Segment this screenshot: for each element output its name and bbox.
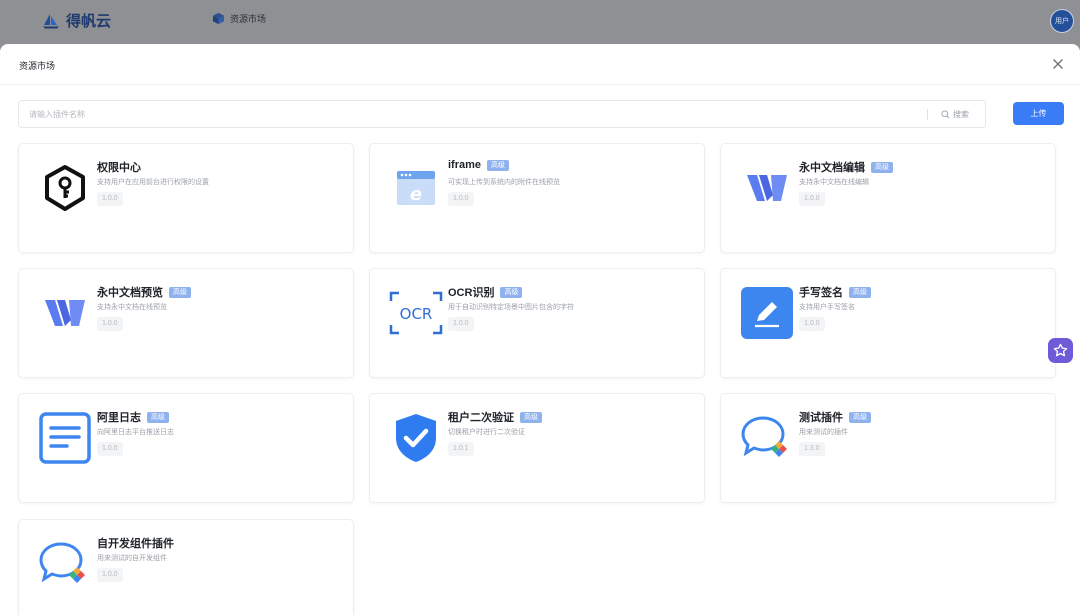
- search-icon: [941, 109, 950, 118]
- card-name: 永中文档编辑: [799, 162, 865, 174]
- card-description: 用来测试的自开发组件: [97, 555, 167, 562]
- card-version: 1.3.0: [799, 442, 825, 456]
- search-separator: [927, 109, 928, 120]
- card-version: 1.0.0: [799, 317, 825, 331]
- advanced-tag: 高级: [871, 161, 893, 173]
- assistant-float-button[interactable]: [1048, 338, 1073, 363]
- card-name: 自开发组件插件: [97, 538, 174, 550]
- advanced-tag: 高级: [487, 159, 510, 171]
- chat-bubble-icon: [739, 412, 795, 464]
- card-description: 向阿里日志平台推送日志: [97, 429, 174, 436]
- card-name-row: 永中文档编辑 高级: [799, 159, 893, 175]
- card-version: 1.0.1: [448, 442, 474, 456]
- plugin-card[interactable]: 租户二次验证 高级 切换租户时进行二次验证 1.0.1: [369, 393, 705, 503]
- card-description: 用来测试的插件: [799, 429, 848, 436]
- card-version: 1.0.0: [448, 192, 474, 206]
- advanced-tag: 高级: [500, 286, 523, 298]
- user-avatar[interactable]: 用户: [1050, 9, 1074, 33]
- plugin-card[interactable]: 永中文档预览 高级 支持永中文档在线预览 1.0.0: [18, 268, 354, 378]
- card-description: 可实现上传到系统内的附件在线预览: [448, 179, 560, 186]
- card-name: 手写签名: [799, 287, 843, 299]
- yozo-w-icon: [37, 287, 93, 339]
- log-doc-icon: [37, 412, 93, 464]
- card-description: 支持用户在应用前台进行权限的设置: [97, 179, 209, 186]
- card-name: 永中文档预览: [97, 287, 163, 299]
- card-name: 测试插件: [799, 412, 843, 424]
- card-name-row: 永中文档预览 高级: [97, 284, 191, 300]
- card-description: 用于自动识别特定场景中图片包含的字符: [448, 304, 574, 311]
- card-version: 1.0.0: [97, 568, 123, 582]
- cube-icon: [212, 12, 225, 25]
- resource-market-modal: 资源市场 搜索 上传 权限中心 支持用户在应用前台进行权限的设置 1.0.: [0, 44, 1080, 615]
- app-header: 得帆云 资源市场 用户: [0, 0, 1080, 44]
- card-version: 1.0.0: [97, 192, 123, 206]
- advanced-tag: 高级: [520, 411, 542, 423]
- advanced-tag: 高级: [849, 286, 871, 298]
- card-name-row: 手写签名 高级: [799, 284, 871, 300]
- card-name-row: 测试插件 高级: [799, 409, 871, 425]
- card-version: 1.0.0: [97, 317, 123, 331]
- plugin-card[interactable]: OCR OCR识别 高级 用于自动识别特定场景中图片包含的字符 1.0.0: [369, 268, 705, 378]
- search-box: 搜索: [18, 100, 986, 128]
- shield-check-icon: [388, 412, 444, 464]
- plugin-card[interactable]: 测试插件 高级 用来测试的插件 1.3.0: [720, 393, 1056, 503]
- browser-e-icon: e: [388, 162, 444, 214]
- plugin-card[interactable]: 自开发组件插件 用来测试的自开发组件 1.0.0: [18, 519, 354, 615]
- card-name: 权限中心: [97, 162, 141, 174]
- ocr-icon: OCR: [388, 287, 444, 339]
- app-brand-name: 得帆云: [66, 13, 112, 30]
- advanced-tag: 高级: [147, 411, 169, 423]
- close-icon[interactable]: [1050, 56, 1066, 72]
- nav-item-resource-market[interactable]: 资源市场: [212, 12, 266, 25]
- card-version: 1.0.0: [799, 192, 825, 206]
- plugin-card[interactable]: e iframe 高级 可实现上传到系统内的附件在线预览 1.0.0: [369, 143, 705, 253]
- plugin-card[interactable]: 手写签名 高级 支持用户手写签名 1.0.0: [720, 268, 1056, 378]
- card-description: 支持永中文档在线编辑: [799, 179, 869, 186]
- card-description: 支持永中文档在线预览: [97, 304, 167, 311]
- card-name: iframe: [448, 159, 482, 171]
- card-name: 阿里日志: [97, 412, 141, 424]
- plugin-card[interactable]: 永中文档编辑 高级 支持永中文档在线编辑 1.0.0: [720, 143, 1056, 253]
- card-description: 切换租户时进行二次验证: [448, 429, 525, 436]
- modal-title: 资源市场: [19, 61, 56, 71]
- chat-bubble-icon: [37, 538, 93, 590]
- nav-item-label: 资源市场: [230, 14, 267, 24]
- advanced-tag: 高级: [849, 411, 871, 423]
- app-logo[interactable]: 得帆云: [42, 10, 111, 31]
- advanced-tag: 高级: [169, 286, 191, 298]
- star-badge-icon: [1053, 343, 1068, 357]
- card-version: 1.0.0: [448, 317, 474, 331]
- svg-text:e: e: [410, 184, 422, 205]
- sail-logo-icon: [43, 13, 59, 28]
- svg-text:OCR: OCR: [400, 305, 433, 323]
- modal-divider: [0, 84, 1080, 85]
- card-name-row: 阿里日志 高级: [97, 409, 169, 425]
- search-button[interactable]: 搜索: [937, 106, 973, 122]
- plugin-card[interactable]: 权限中心 支持用户在应用前台进行权限的设置 1.0.0: [18, 143, 354, 253]
- card-name-row: 租户二次验证 高级: [448, 409, 542, 425]
- card-version: 1.0.0: [97, 442, 123, 456]
- card-name-row: 权限中心: [97, 159, 141, 175]
- card-name-row: OCR识别 高级: [448, 284, 523, 300]
- shield-key-icon: [37, 162, 93, 214]
- search-button-label: 搜索: [953, 109, 969, 119]
- card-name-row: iframe 高级: [448, 159, 510, 171]
- yozo-w-icon: [739, 162, 795, 214]
- pen-sign-icon: [739, 287, 795, 339]
- search-input[interactable]: [29, 107, 909, 121]
- card-description: 支持用户手写签名: [799, 304, 855, 311]
- card-name: OCR识别: [448, 287, 495, 299]
- card-name: 租户二次验证: [448, 412, 514, 424]
- upload-button[interactable]: 上传: [1013, 102, 1064, 125]
- card-name-row: 自开发组件插件: [97, 535, 174, 551]
- plugin-card[interactable]: 阿里日志 高级 向阿里日志平台推送日志 1.0.0: [18, 393, 354, 503]
